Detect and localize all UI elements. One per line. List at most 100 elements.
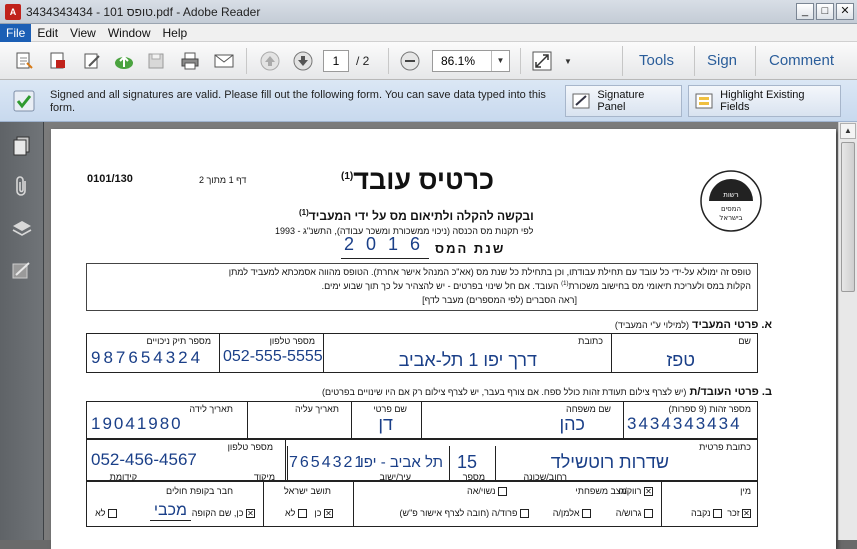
signature-panel-button[interactable]: Signature Panel	[565, 85, 682, 117]
sign-pane-button[interactable]: Sign	[707, 52, 737, 69]
marital-widowed-checkbox[interactable]	[582, 509, 591, 519]
street-field[interactable]: שדרות רוטשילד	[551, 452, 669, 473]
signature-panel-label: Signature Panel	[597, 89, 645, 113]
fit-page-icon[interactable]	[530, 50, 554, 72]
employer-phone-field[interactable]: 052-555-5555	[223, 348, 323, 366]
title-bar: A 3434343434 - 101 טופס.pdf - Adobe Read…	[0, 0, 857, 24]
employee-first-name-field[interactable]: דן	[378, 414, 393, 435]
instructions-line-1: טופס זה ימולא על-ידי כל עובד עם תחילת עב…	[228, 267, 751, 277]
marital-married-checkbox[interactable]	[498, 487, 507, 497]
upload-cloud-icon[interactable]	[112, 50, 136, 72]
scrollbar-thumb[interactable]	[841, 142, 855, 292]
resident-options: ✕ כן לא	[284, 508, 333, 519]
employee-status-row: מין ✕ זכר נקבה מצב משפחתי ✕ רווק/ה נשוי/…	[86, 481, 758, 527]
svg-text:בישראל: בישראל	[719, 214, 742, 222]
navigation-pane	[0, 122, 44, 540]
marital-option-single: ✕ רווק/ה	[618, 486, 653, 497]
message-text: Signed and all signatures are valid. Ple…	[50, 89, 546, 114]
save-icon[interactable]	[144, 50, 168, 72]
highlight-fields-label: Highlight Existing Fields	[720, 89, 805, 113]
page-thumbnails-icon[interactable]	[11, 134, 33, 156]
employee-last-name-field[interactable]: כהן	[559, 414, 585, 435]
comment-pane-button[interactable]: Comment	[769, 52, 834, 69]
resident-no-checkbox[interactable]	[297, 509, 307, 519]
pdf-page: 0101/130 דף 1 מתוך 2 כרטיס עובד(1) ובקשה…	[51, 129, 836, 549]
kupa-no-checkbox[interactable]	[108, 509, 117, 519]
form-title-text: כרטיס עובד	[353, 165, 495, 195]
menu-window[interactable]: Window	[102, 24, 157, 42]
house-number-field[interactable]: 15	[457, 452, 477, 473]
employee-details-row-1: מספר זהות (9 ספרות) 3434343434 שם משפחה …	[86, 401, 758, 439]
tools-pane-button[interactable]: Tools	[639, 52, 674, 69]
employer-details-table: שם טפז כתובת דרך יפו 1 תל-אביב מספר טלפו…	[86, 333, 758, 373]
maximize-button[interactable]: □	[816, 3, 834, 20]
email-icon[interactable]	[212, 50, 236, 72]
signature-pen-icon	[572, 93, 590, 109]
zip-code-field[interactable]: 7654321	[289, 454, 365, 472]
instructions-box: טופס זה ימולא על-ידי כל עובד עם תחילת עב…	[86, 263, 758, 311]
birth-date-field[interactable]: 19041980	[91, 414, 183, 434]
tax-file-number-field[interactable]: 987654324	[91, 348, 203, 368]
employer-address-field[interactable]: דרך יפו 1 תל-אביב	[399, 350, 537, 371]
menu-edit[interactable]: Edit	[31, 24, 64, 42]
marital-separated-checkbox[interactable]	[520, 509, 529, 519]
tax-year-label: שנת המס	[435, 241, 506, 256]
edit-form-icon[interactable]	[80, 50, 104, 72]
section-a-title: א. פרטי המעביד (למילוי ע"י המעביד)	[614, 319, 772, 331]
kupa-yes-checkbox[interactable]: ✕	[246, 509, 255, 519]
marital-option-married: נשוי/אה	[467, 486, 507, 497]
employee-phone-field[interactable]: 052-456-4567	[91, 450, 197, 470]
main-toolbar: 1 / 2 86.1% ▼ ▼ Tools Sign Comment	[0, 42, 857, 80]
vertical-scrollbar[interactable]: ▲	[838, 122, 857, 540]
gender-female-checkbox[interactable]	[713, 509, 723, 519]
export-pdf-icon[interactable]	[46, 50, 70, 72]
instructions-line-2: הקלות במס ולעריכת תיאומי מס בחישוב משכור…	[321, 281, 751, 291]
previous-page-icon[interactable]	[258, 50, 282, 72]
marital-option-separated: פרוד/ה (חובה לצרף אישור פ"ש)	[400, 508, 529, 519]
next-page-icon[interactable]	[291, 50, 315, 72]
marital-divorced-checkbox[interactable]	[644, 509, 653, 519]
form-subtitle: ובקשה להקלה ולתיאום מס על ידי המעביד(1)	[299, 208, 534, 223]
kupa-no-option: לא	[95, 508, 117, 519]
employee-id-field[interactable]: 3434343434	[627, 414, 742, 434]
menu-file[interactable]: File	[0, 23, 32, 42]
close-button[interactable]: ✕	[836, 3, 854, 20]
minimize-button[interactable]: _	[796, 3, 814, 20]
document-message-bar: Signed and all signatures are valid. Ple…	[0, 80, 857, 122]
page-number-input[interactable]: 1	[323, 50, 349, 72]
zoom-out-icon[interactable]	[398, 50, 422, 72]
menu-help[interactable]: Help	[157, 24, 194, 42]
form-title: כרטיס עובד(1)	[341, 165, 495, 195]
menu-view[interactable]: View	[64, 24, 102, 42]
chevron-down-icon[interactable]: ▼	[491, 51, 509, 71]
gender-male-checkbox[interactable]: ✕	[742, 509, 751, 519]
instructions-line-3: [ראה הסברים (לפי המספרים) מעבר לדף]	[422, 295, 577, 305]
zoom-select[interactable]: 86.1% ▼	[432, 50, 510, 72]
marital-option-divorced: גרוש/ה	[616, 508, 653, 519]
tax-authority-logo: רשות המסים בישראל	[700, 170, 762, 232]
section-b-title: ב. פרטי העובד/ת (יש לצרף צילום תעודת זהו…	[322, 386, 772, 398]
city-field[interactable]: תל אביב - יפו	[360, 454, 443, 471]
more-tools-chevron-icon[interactable]: ▼	[560, 50, 576, 72]
signatures-icon[interactable]	[11, 260, 33, 282]
tax-year-field[interactable]: 2 0 1 6	[341, 234, 429, 259]
employer-name-field[interactable]: טפז	[666, 350, 695, 371]
document-view[interactable]: 0101/130 דף 1 מתוך 2 כרטיס עובד(1) ובקשה…	[44, 122, 857, 549]
page-total: / 2	[356, 54, 370, 68]
page-indicator: דף 1 מתוך 2	[199, 175, 247, 185]
marital-single-checkbox[interactable]: ✕	[644, 487, 653, 497]
kupa-name-field[interactable]: מכבי	[149, 502, 191, 521]
highlight-fields-button[interactable]: Highlight Existing Fields	[688, 85, 841, 117]
highlight-fields-icon	[695, 93, 713, 109]
attachments-paperclip-icon[interactable]	[11, 176, 33, 198]
scroll-up-icon[interactable]: ▲	[840, 123, 856, 139]
print-icon[interactable]	[178, 50, 202, 72]
pdf-icon[interactable]: A	[5, 4, 21, 20]
create-pdf-icon[interactable]	[12, 50, 36, 72]
signature-valid-icon	[13, 90, 35, 112]
layers-icon[interactable]	[11, 218, 33, 240]
resident-yes-checkbox[interactable]: ✕	[324, 509, 333, 519]
gender-options: ✕ זכר נקבה	[690, 508, 751, 519]
window-title: 3434343434 - 101 טופס.pdf - Adobe Reader	[26, 5, 261, 19]
marital-option-widowed: אלמן/ה	[553, 508, 591, 519]
